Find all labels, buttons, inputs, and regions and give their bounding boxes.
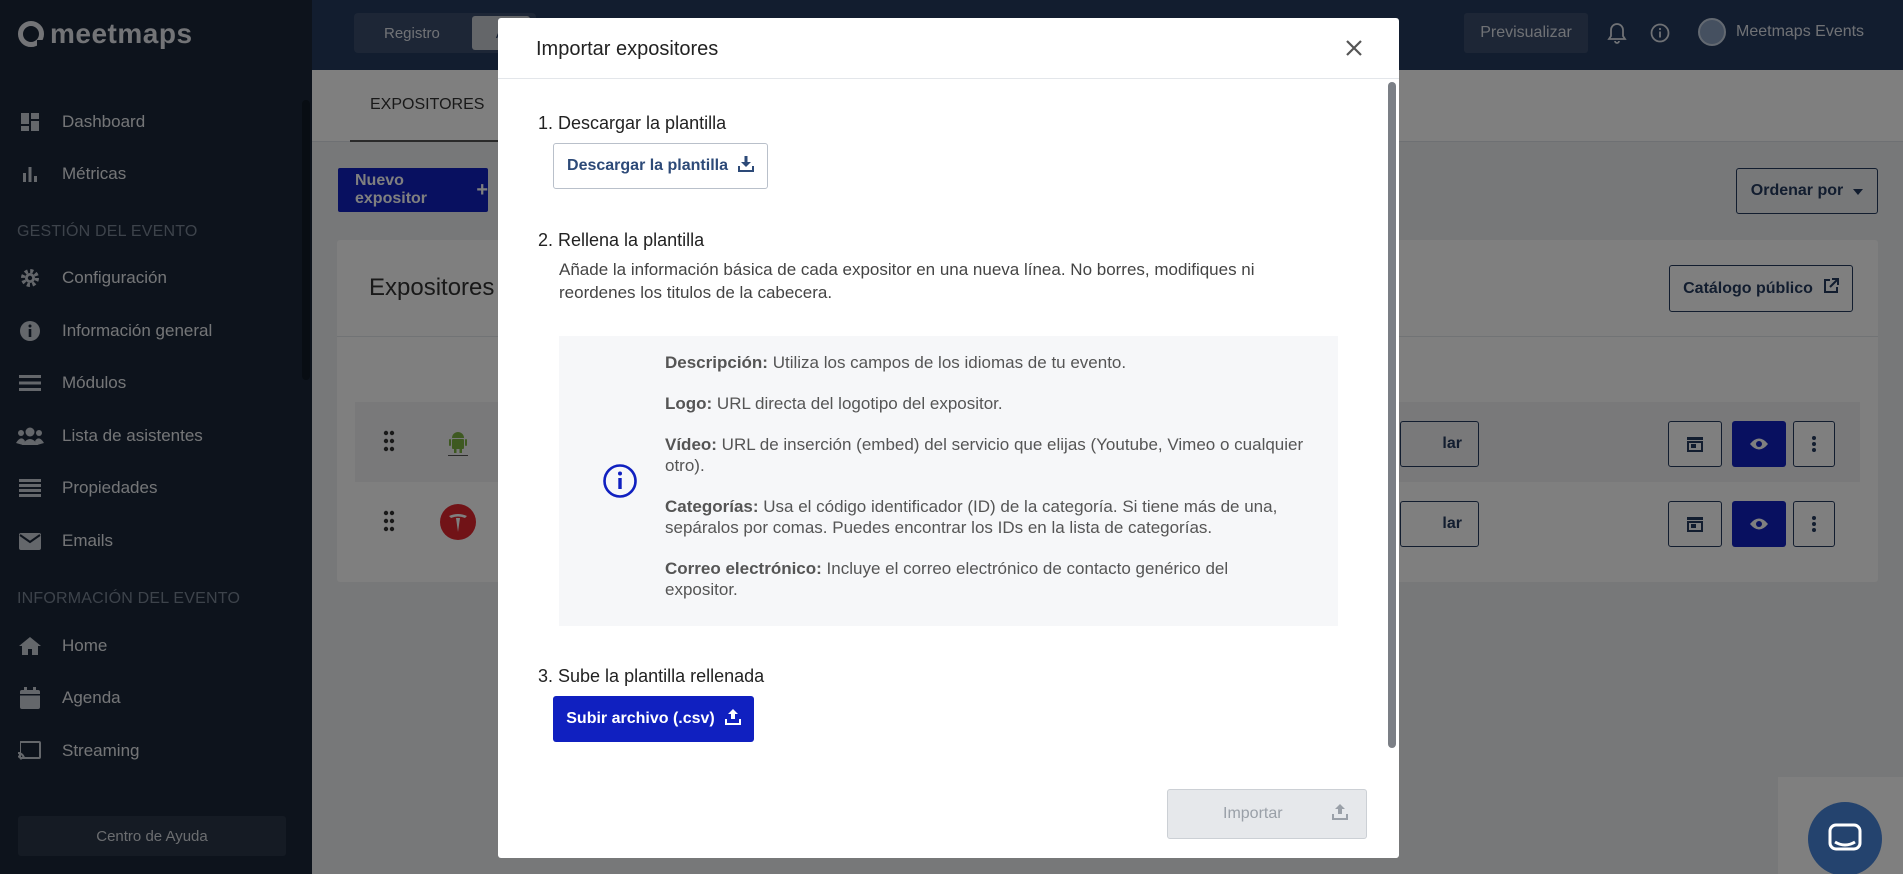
info-item-label: Logo: xyxy=(665,394,713,413)
upload-csv-button[interactable]: Subir archivo (.csv) xyxy=(553,696,754,742)
download-icon xyxy=(737,155,754,177)
upload-icon xyxy=(1332,803,1348,825)
modal-title: Importar expositores xyxy=(536,38,719,60)
chat-icon[interactable] xyxy=(1808,802,1882,874)
info-item-text: URL de inserción (embed) del servicio qu… xyxy=(665,435,1304,475)
info-item: Vídeo: URL de inserción (embed) del serv… xyxy=(665,434,1305,476)
info-circle-icon xyxy=(603,464,637,498)
download-template-label: Descargar la plantilla xyxy=(567,157,728,174)
info-item-label: Descripción: xyxy=(665,353,768,372)
info-item: Descripción: Utiliza los campos de los i… xyxy=(665,352,1305,373)
info-item: Logo: URL directa del logotipo del expos… xyxy=(665,393,1305,414)
modal-header: Importar expositores xyxy=(498,18,1399,79)
upload-icon xyxy=(724,708,741,730)
info-item-text: Utiliza los campos de los idiomas de tu … xyxy=(767,353,1127,372)
import-button[interactable]: Importar xyxy=(1167,789,1367,839)
step-2-title: 2. Rellena la plantilla xyxy=(538,230,705,250)
info-list: Descripción: Utiliza los campos de los i… xyxy=(665,352,1305,620)
step-1-title: 1. Descargar la plantilla xyxy=(538,113,727,133)
close-icon[interactable] xyxy=(1342,36,1366,60)
info-item-label: Categorías: xyxy=(665,497,759,516)
info-item-text: URL directa del logotipo del expositor. xyxy=(712,394,1003,413)
upload-csv-label: Subir archivo (.csv) xyxy=(566,710,715,727)
step-3-title: 3. Sube la plantilla rellenada xyxy=(538,666,765,686)
info-item-label: Vídeo: xyxy=(665,435,717,454)
import-label: Importar xyxy=(1223,805,1283,822)
info-box: Descripción: Utiliza los campos de los i… xyxy=(559,336,1338,626)
info-item: Categorías: Usa el código identificador … xyxy=(665,496,1305,538)
download-template-button[interactable]: Descargar la plantilla xyxy=(553,143,768,189)
step-2-description: Añade la información básica de cada expo… xyxy=(559,260,1255,302)
modal-scrollbar[interactable] xyxy=(1388,82,1396,748)
info-item-label: Correo electrónico: xyxy=(665,559,822,578)
info-item: Correo electrónico: Incluye el correo el… xyxy=(665,558,1305,600)
import-modal: Importar expositores 1. Descargar la pla… xyxy=(498,18,1399,858)
